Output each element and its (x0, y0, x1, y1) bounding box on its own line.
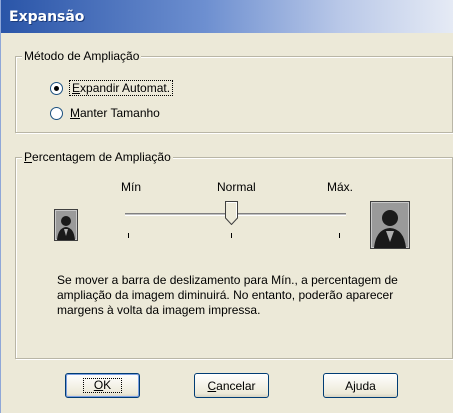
percent-group-label: Percentagem de Ampliação (22, 150, 173, 165)
title-bar[interactable]: Expansão (1, 0, 453, 33)
slider-tick-min (128, 233, 129, 238)
method-group-label: Método de Ampliação (22, 49, 142, 64)
radio-selected-icon[interactable] (50, 81, 63, 95)
slider-tick-max (339, 233, 340, 238)
person-small-icon (54, 209, 78, 241)
slider-tick-mid (231, 233, 232, 238)
window-title: Expansão (9, 9, 85, 25)
radio-expandir-automat[interactable]: Expandir Automat. (50, 80, 174, 96)
cancel-button[interactable]: Cancelar (194, 373, 269, 398)
ok-button[interactable]: OK (65, 373, 140, 398)
radio-unselected-icon[interactable] (50, 106, 63, 120)
ok-button-label: OK (82, 378, 123, 393)
method-groupbox: Método de Ampliação Expandir Automat. Ma… (15, 49, 453, 133)
slider-max-label: Máx. (327, 180, 354, 194)
radio-manter-tamanho[interactable]: Manter Tamanho (50, 105, 161, 121)
slider-min-label: Mín (121, 180, 142, 194)
slider-thumb[interactable] (225, 201, 238, 225)
person-large-icon (370, 201, 410, 249)
percent-groupbox: Percentagem de Ampliação Mín Normal Máx. (15, 150, 453, 359)
slider-mid-label: Normal (217, 180, 256, 194)
help-button[interactable]: Ajuda (323, 373, 398, 398)
help-button-label: Ajuda (345, 378, 376, 393)
description-text: Se mover a barra de deslizamento para Mí… (57, 273, 398, 317)
radio-expandir-label[interactable]: Expandir Automat. (69, 80, 174, 96)
radio-manter-label[interactable]: Manter Tamanho (69, 106, 161, 120)
cancel-button-label: Cancelar (207, 378, 256, 393)
dialog-window: Expansão Método de Ampliação Expandir Au… (0, 0, 453, 413)
